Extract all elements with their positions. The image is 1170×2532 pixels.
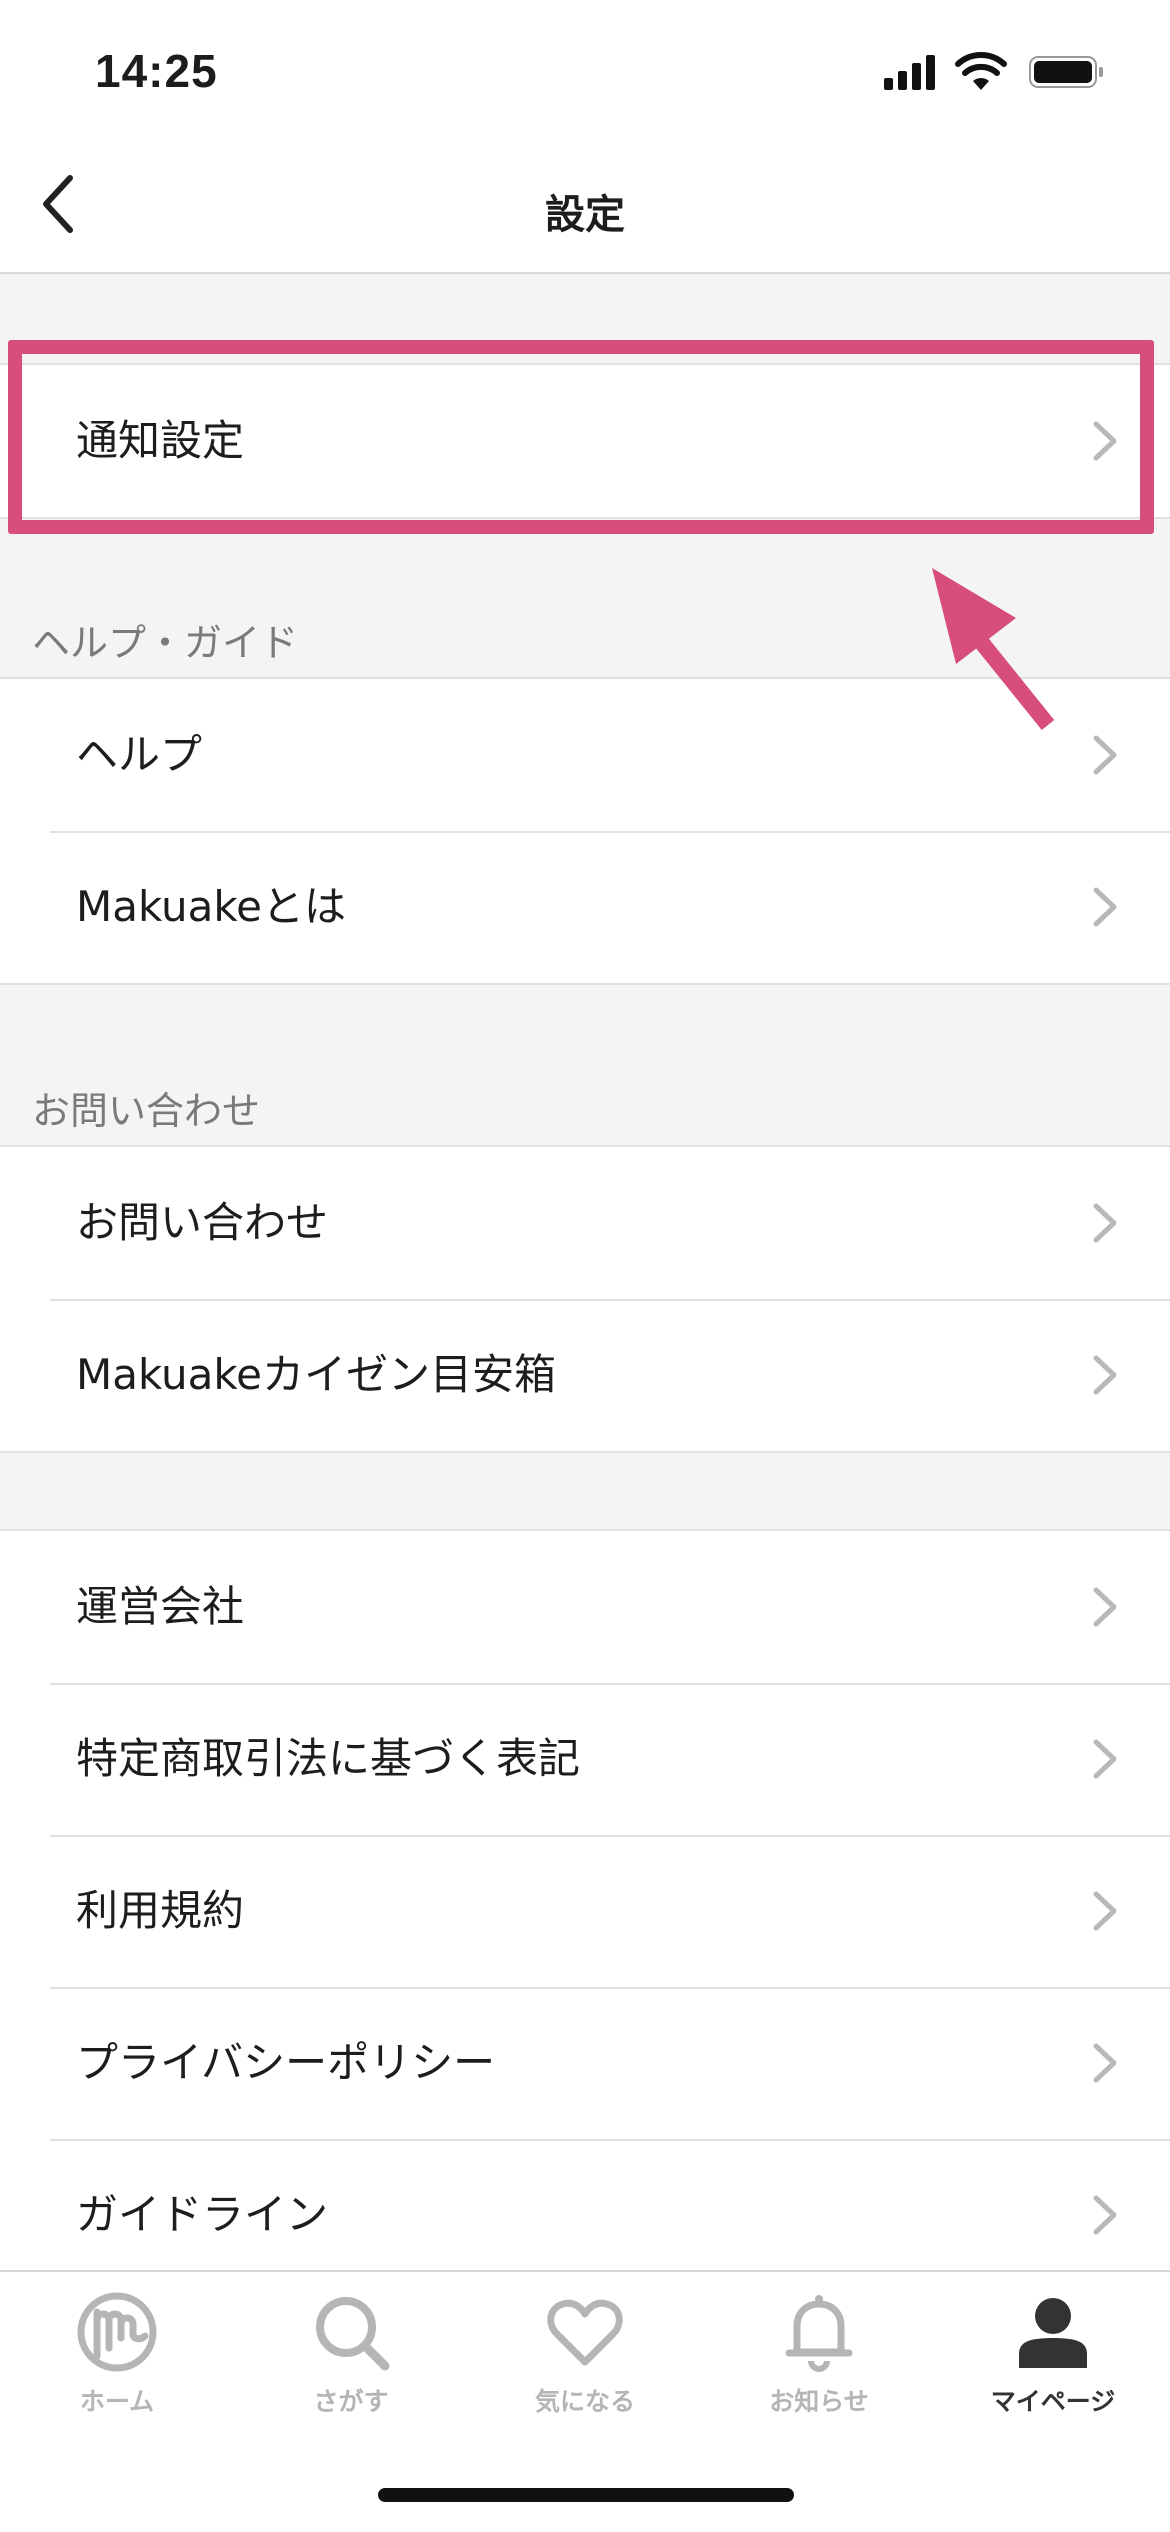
tab-label: お知らせ xyxy=(769,2387,869,2416)
settings-row-terms[interactable]: 利用規約 xyxy=(0,1835,1170,1987)
chevron-right-icon xyxy=(1093,887,1117,927)
page-title: 設定 xyxy=(545,192,625,238)
status-icons xyxy=(884,52,1103,90)
tab-favorites[interactable]: 気になる xyxy=(468,2290,702,2440)
chevron-right-icon xyxy=(1093,1587,1117,1627)
contact-group: お問い合わせ Makuakeカイゼン目安箱 xyxy=(0,1145,1170,1453)
highlight-box xyxy=(8,340,1154,534)
tab-mypage[interactable]: マイページ xyxy=(936,2290,1170,2440)
chevron-right-icon xyxy=(1093,735,1117,775)
settings-row-company[interactable]: 運営会社 xyxy=(0,1531,1170,1683)
home-indicator xyxy=(378,2488,794,2502)
status-bar: 14:25 xyxy=(0,0,1170,140)
tab-notifications[interactable]: お知らせ xyxy=(702,2290,936,2440)
person-icon xyxy=(1019,2298,1087,2368)
tab-home[interactable]: ホーム xyxy=(0,2290,234,2440)
row-label: 運営会社 xyxy=(76,1582,245,1631)
pointer-arrow-icon xyxy=(932,568,1055,731)
row-label: Makuakeカイゼン目安箱 xyxy=(76,1350,557,1399)
status-time: 14:25 xyxy=(95,45,218,97)
cellular-signal-icon xyxy=(884,55,935,90)
tab-label: マイページ xyxy=(990,2387,1116,2416)
row-label: ガイドライン xyxy=(76,2190,329,2239)
heart-icon xyxy=(547,2299,623,2366)
row-label: 利用規約 xyxy=(76,1886,245,1935)
tab-search[interactable]: さがす xyxy=(234,2290,468,2440)
legal-group: 運営会社 特定商取引法に基づく表記 利用規約 プライバシーポリシー ガイドライン xyxy=(0,1529,1170,2293)
bell-icon xyxy=(785,2295,853,2372)
row-label: プライバシーポリシー xyxy=(76,2038,496,2087)
tab-label: ホーム xyxy=(79,2387,155,2416)
tab-label: さがす xyxy=(313,2387,389,2416)
row-label: Makuakeとは xyxy=(76,882,347,931)
section-header-help-guide: ヘルプ・ガイド xyxy=(32,621,299,665)
section-header-contact: お問い合わせ xyxy=(32,1089,261,1133)
settings-row-guidelines[interactable]: ガイドライン xyxy=(0,2139,1170,2291)
settings-row-commercial-law[interactable]: 特定商取引法に基づく表記 xyxy=(0,1683,1170,1835)
row-label: お問い合わせ xyxy=(76,1198,329,1247)
search-icon xyxy=(316,2297,390,2371)
settings-row-privacy-policy[interactable]: プライバシーポリシー xyxy=(0,1987,1170,2139)
row-label: 特定商取引法に基づく表記 xyxy=(76,1734,581,1783)
wifi-icon xyxy=(955,52,1007,90)
settings-row-about-makuake[interactable]: Makuakeとは xyxy=(0,831,1170,983)
makuake-logo-icon xyxy=(77,2292,157,2372)
row-label: ヘルプ xyxy=(76,730,203,779)
chevron-right-icon xyxy=(1093,2043,1117,2083)
settings-row-contact[interactable]: お問い合わせ xyxy=(0,1147,1170,1299)
chevron-right-icon xyxy=(1093,1203,1117,1243)
chevron-right-icon xyxy=(1093,1891,1117,1931)
settings-row-suggestion-box[interactable]: Makuakeカイゼン目安箱 xyxy=(0,1299,1170,1451)
chevron-right-icon xyxy=(1093,2195,1117,2235)
chevron-right-icon xyxy=(1093,1355,1117,1395)
chevron-right-icon xyxy=(1093,1739,1117,1779)
navigation-bar: 設定 xyxy=(0,140,1170,274)
battery-icon xyxy=(1029,56,1103,88)
tab-label: 気になる xyxy=(534,2387,635,2416)
